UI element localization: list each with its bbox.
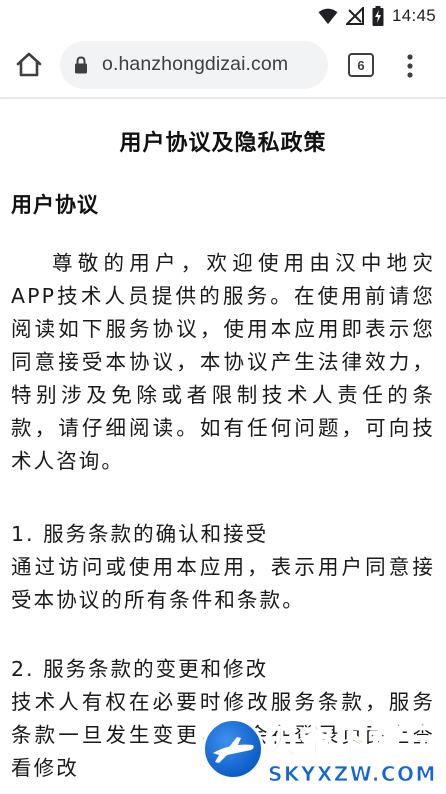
item-heading: 1. 服务条款的确认和接受 [11, 522, 269, 546]
tab-switcher-button[interactable]: 6 [348, 53, 374, 77]
watermark-title-accent: 下载玩 [333, 721, 439, 763]
intro-paragraph: 尊敬的用户，欢迎使用由汉中地灾APP技术人员提供的服务。在使用前请您阅读如下服务… [11, 251, 435, 473]
page-content[interactable]: 用户协议及隐私政策 用户协议 尊敬的用户，欢迎使用由汉中地灾APP技术人员提供的… [0, 99, 446, 794]
browser-toolbar: o.hanzhongdizai.com 6 [0, 32, 446, 98]
watermark-subtitle: SKYXZW.COM [268, 762, 437, 787]
url-text: o.hanzhongdizai.com [102, 53, 289, 75]
section-heading: 用户协议 [11, 193, 99, 217]
status-time: 14:45 [391, 6, 436, 25]
status-bar: 14:45 [0, 0, 446, 32]
wifi-icon [318, 8, 338, 24]
home-icon[interactable] [14, 50, 44, 80]
status-icons: 14:45 [318, 6, 436, 26]
battery-charging-icon [372, 6, 384, 26]
watermark-emblem [202, 718, 264, 780]
more-menu-icon[interactable] [402, 52, 418, 80]
watermark-logo: 天空下载玩 SKYXZW.COM [198, 714, 446, 794]
tab-count: 6 [357, 57, 365, 73]
lock-icon [75, 56, 87, 74]
watermark-title: 天空下载玩 [263, 714, 439, 763]
no-signal-icon [345, 7, 364, 25]
item-body: 通过访问或使用本应用，表示用户同意接受本协议的所有条件和条款。 [11, 555, 435, 612]
page-title: 用户协议及隐私政策 [119, 131, 327, 156]
airplane-icon [213, 737, 254, 763]
watermark-title-main: 天空 [263, 721, 334, 763]
address-bar[interactable]: o.hanzhongdizai.com [60, 41, 328, 89]
item-heading: 2. 服务条款的变更和修改 [11, 657, 269, 681]
